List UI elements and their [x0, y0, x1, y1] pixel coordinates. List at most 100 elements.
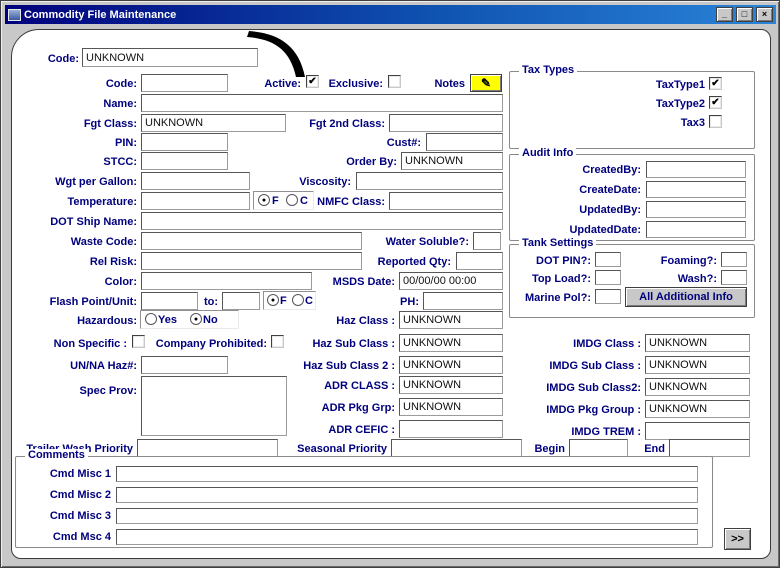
more-button[interactable]: >>	[724, 528, 751, 550]
adr-cefic-input[interactable]	[399, 420, 503, 438]
water-soluble-label: Water Soluble?:	[375, 236, 469, 249]
imdg-pkg-group-input[interactable]	[645, 400, 750, 418]
haz-sub-class-input[interactable]	[399, 334, 503, 352]
flash-to-input[interactable]	[222, 292, 260, 310]
order-by-label: Order By:	[339, 156, 397, 169]
code-input[interactable]	[141, 74, 228, 92]
dot-pin-input[interactable]	[595, 252, 621, 267]
hazardous-yes-radio[interactable]	[145, 313, 157, 325]
begin-input[interactable]	[569, 439, 628, 457]
spec-prov-textarea[interactable]	[141, 376, 287, 436]
cmd-misc-3-input[interactable]	[116, 508, 698, 524]
created-by-label: CreatedBy:	[541, 164, 641, 177]
tax3-label: Tax3	[615, 117, 705, 130]
wgt-per-gallon-label: Wgt per Gallon:	[31, 176, 137, 189]
temp-f-label: F	[272, 195, 282, 208]
flash-f-radio[interactable]: ●	[267, 294, 279, 306]
imdg-sub-class-input[interactable]	[645, 356, 750, 374]
dot-ship-name-input[interactable]	[141, 212, 503, 230]
header-code-input[interactable]	[82, 48, 258, 67]
foaming-input[interactable]	[721, 252, 747, 267]
ph-input[interactable]	[423, 292, 503, 310]
hazardous-no-radio[interactable]: ●	[190, 313, 202, 325]
imdg-trem-label: IMDG TREM :	[545, 426, 641, 439]
cmd-msc-4-label: Cmd Msc 4	[21, 531, 111, 544]
code-label: Code:	[31, 78, 137, 91]
all-additional-info-button[interactable]: All Additional Info	[625, 287, 747, 307]
fgt-2nd-class-input[interactable]	[389, 114, 503, 132]
flash-point-label: Flash Point/Unit:	[31, 296, 137, 309]
cust-input[interactable]	[426, 133, 503, 151]
hazardous-no-label: No	[203, 314, 223, 327]
cmd-misc-1-input[interactable]	[116, 466, 698, 482]
active-label: Active:	[245, 78, 301, 91]
rel-risk-input[interactable]	[141, 252, 362, 270]
spec-prov-label: Spec Prov:	[31, 385, 137, 398]
flash-point-input[interactable]	[141, 292, 198, 310]
adr-pkg-grp-label: ADR Pkg Grp:	[311, 402, 395, 415]
msds-date-input[interactable]	[399, 272, 503, 290]
notes-button[interactable]: ✎	[470, 74, 502, 92]
adr-class-input[interactable]	[399, 376, 503, 394]
imdg-class-input[interactable]	[645, 334, 750, 352]
adr-class-label: ADR CLASS :	[311, 380, 395, 393]
cmd-misc-2-input[interactable]	[116, 487, 698, 503]
waste-code-input[interactable]	[141, 232, 362, 250]
reported-qty-input[interactable]	[456, 252, 503, 270]
order-by-input[interactable]	[401, 152, 503, 170]
stcc-label: STCC:	[31, 156, 137, 169]
un-na-haz-input[interactable]	[141, 356, 228, 374]
top-load-label: Top Load?:	[515, 273, 591, 286]
stcc-input[interactable]	[141, 152, 228, 170]
flash-f-label: F	[280, 295, 290, 308]
audit-info-title: Audit Info	[519, 147, 576, 160]
haz-class-input[interactable]	[399, 311, 503, 329]
dot-ship-name-label: DOT Ship Name:	[31, 216, 137, 229]
updated-by-label: UpdatedBy:	[541, 204, 641, 217]
wgt-per-gallon-input[interactable]	[141, 172, 250, 190]
viscosity-input[interactable]	[356, 172, 503, 190]
haz-sub-class-2-input[interactable]	[399, 356, 503, 374]
pin-input[interactable]	[141, 133, 228, 151]
company-prohibited-checkbox[interactable]	[271, 335, 284, 348]
imdg-sub-class2-input[interactable]	[645, 378, 750, 396]
temp-c-radio[interactable]	[286, 194, 298, 206]
temperature-input[interactable]	[141, 192, 250, 210]
updated-date-input[interactable]	[646, 221, 746, 238]
taxtype1-checkbox[interactable]: ✔	[709, 77, 722, 90]
marine-pol-input[interactable]	[595, 289, 621, 304]
water-soluble-input[interactable]	[473, 232, 501, 250]
cmd-misc-3-label: Cmd Misc 3	[21, 510, 111, 523]
title-bar[interactable]: Commodity File Maintenance _ □ ×	[5, 5, 776, 24]
seasonal-priority-input[interactable]	[391, 439, 522, 457]
imdg-trem-input[interactable]	[645, 422, 750, 440]
name-input[interactable]	[141, 94, 503, 112]
flash-c-radio[interactable]	[292, 294, 304, 306]
commodity-file-maintenance-window: Commodity File Maintenance _ □ × Code: C…	[0, 0, 780, 568]
updated-by-input[interactable]	[646, 201, 746, 218]
wash-input[interactable]	[721, 270, 747, 285]
notes-icon: ✎	[481, 76, 491, 90]
fgt-class-input[interactable]	[141, 114, 286, 132]
create-date-input[interactable]	[646, 181, 746, 198]
reported-qty-label: Reported Qty:	[365, 256, 451, 269]
nmfc-class-input[interactable]	[389, 192, 503, 210]
maximize-button[interactable]: □	[736, 7, 753, 22]
color-input[interactable]	[141, 272, 312, 290]
trailer-wash-priority-input[interactable]	[137, 439, 278, 457]
header-code-label: Code:	[33, 53, 79, 66]
viscosity-label: Viscosity:	[287, 176, 351, 189]
non-specific-checkbox[interactable]	[132, 335, 145, 348]
taxtype2-checkbox[interactable]: ✔	[709, 96, 722, 109]
end-input[interactable]	[669, 439, 750, 457]
temp-f-radio[interactable]: ●	[258, 194, 270, 206]
created-by-input[interactable]	[646, 161, 746, 178]
minimize-button[interactable]: _	[716, 7, 733, 22]
tax3-checkbox[interactable]	[709, 115, 722, 128]
imdg-sub-class2-label: IMDG Sub Class2:	[535, 382, 641, 395]
close-button[interactable]: ×	[756, 7, 773, 22]
exclusive-checkbox[interactable]	[388, 75, 401, 88]
cmd-msc-4-input[interactable]	[116, 529, 698, 545]
top-load-input[interactable]	[595, 270, 621, 285]
adr-pkg-grp-input[interactable]	[399, 398, 503, 416]
